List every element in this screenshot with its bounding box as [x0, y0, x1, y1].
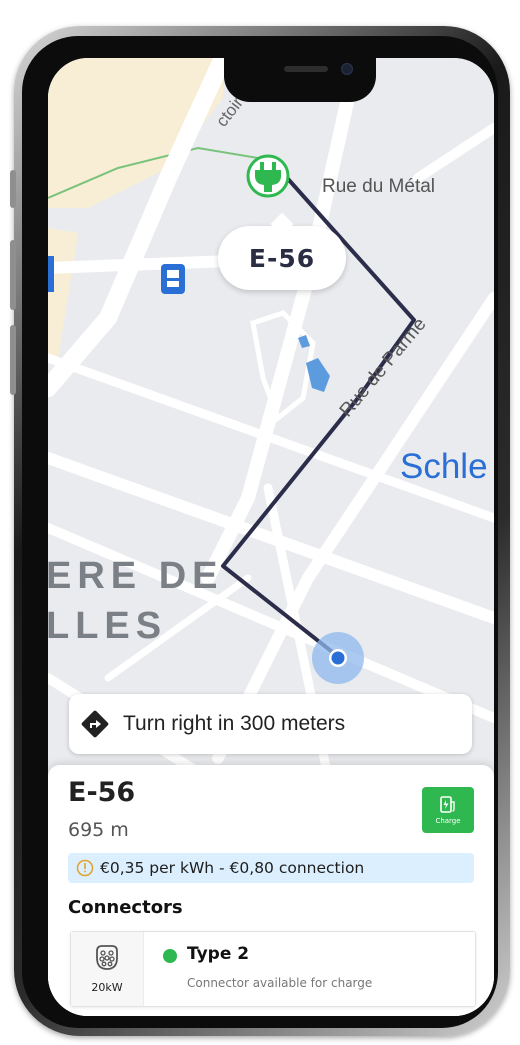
phone-side-button: [10, 325, 16, 395]
info-icon: [76, 859, 94, 877]
connector-status-text: Connector available for charge: [187, 976, 373, 990]
map-area-label: Schle: [400, 447, 488, 486]
connector-list-item[interactable]: 20kW Type 2 Connector available for char…: [70, 931, 476, 1007]
connector-power: 20kW: [91, 981, 123, 994]
price-info-text: €0,35 per kWh - €0,80 connection: [100, 859, 365, 877]
price-info-banner: €0,35 per kWh - €0,80 connection: [68, 853, 474, 883]
map-street-label: Rue du Métal: [322, 176, 435, 197]
connector-type: Type 2: [187, 944, 250, 964]
app-screen: Rue du Métal Rue de Parme ctoire ERE DE …: [48, 58, 494, 1016]
phone-notch: [224, 58, 376, 102]
connector-power-box: 20kW: [71, 932, 144, 1006]
connectors-heading: Connectors: [68, 897, 183, 918]
station-name: E-56: [68, 777, 136, 808]
turn-instruction-text: Turn right in 300 meters: [123, 712, 346, 735]
type2-plug-icon: [96, 945, 118, 970]
connector-status-indicator: [163, 949, 177, 963]
charge-button-label: Charge: [435, 817, 461, 825]
station-marker-label[interactable]: E-56: [218, 226, 346, 290]
turn-right-icon: [81, 710, 109, 738]
charge-button[interactable]: Charge: [422, 787, 474, 833]
front-camera: [341, 63, 353, 75]
phone-side-button: [10, 170, 16, 208]
station-distance: 695 m: [68, 819, 129, 841]
speaker-grille: [284, 66, 328, 72]
station-details-sheet: E-56 695 m Charge €0,35 per kWh - €0,80 …: [48, 765, 494, 1016]
turn-instruction-banner[interactable]: Turn right in 300 meters: [69, 694, 472, 754]
phone-side-button: [10, 240, 16, 310]
charging-station-icon: [440, 796, 455, 813]
map-district-label: ERE DE: [48, 555, 223, 597]
map-district-label: LLES: [48, 605, 167, 647]
